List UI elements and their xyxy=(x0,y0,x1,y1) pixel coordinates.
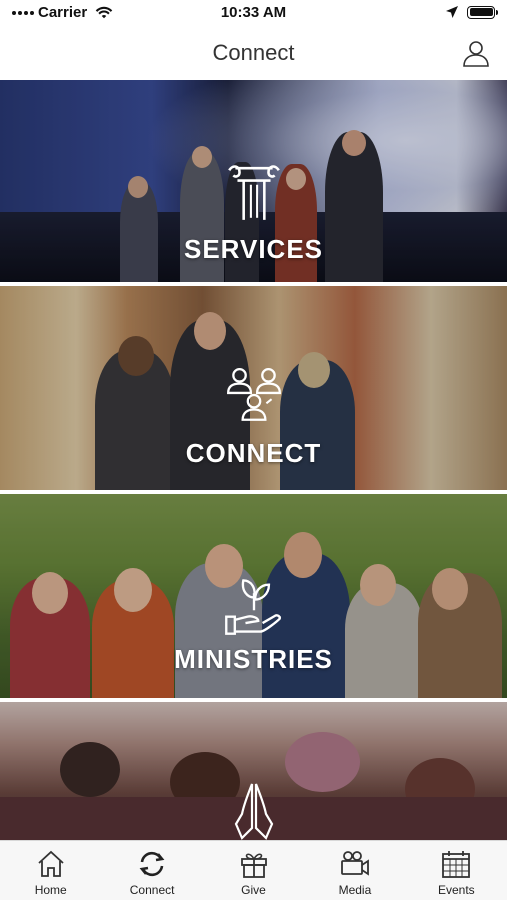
tab-media[interactable]: Media xyxy=(304,841,405,900)
gift-icon xyxy=(240,853,267,878)
nav-bar: Connect xyxy=(0,26,507,80)
video-camera-icon xyxy=(341,851,369,876)
tab-events[interactable]: Events xyxy=(406,841,507,900)
refresh-arrows-icon xyxy=(139,851,165,877)
people-group-icon xyxy=(226,368,281,421)
tab-connect[interactable]: Connect xyxy=(101,841,202,900)
battery-icon xyxy=(467,5,498,19)
tile-prayer[interactable] xyxy=(0,702,507,840)
status-right xyxy=(445,5,498,19)
tile-label-services: SERVICES xyxy=(183,234,323,264)
tab-label-connect: Connect xyxy=(129,883,175,897)
profile-icon[interactable] xyxy=(461,38,491,68)
tile-list: SERVICES CONNECT MINISTRIES xyxy=(0,80,507,840)
tab-label-home: Home xyxy=(34,883,67,897)
tile-connect[interactable]: CONNECT xyxy=(0,286,507,490)
tile-label-ministries: MINISTRIES xyxy=(174,644,333,674)
location-arrow-icon xyxy=(446,6,458,18)
tab-label-media: Media xyxy=(338,883,372,897)
pillar-icon xyxy=(227,165,280,220)
tile-ministries[interactable]: MINISTRIES xyxy=(0,494,507,698)
tab-home[interactable]: Home xyxy=(0,841,101,900)
tab-bar: Home Connect Give Media Events xyxy=(0,840,507,900)
page-title: Connect xyxy=(212,40,295,65)
tab-label-events: Events xyxy=(437,883,475,897)
status-bar: Carrier 10:33 AM xyxy=(0,0,507,26)
tile-label-connect: CONNECT xyxy=(185,438,322,468)
praying-hands-icon xyxy=(234,783,273,840)
tab-give[interactable]: Give xyxy=(203,841,304,900)
calendar-icon xyxy=(442,851,471,878)
tab-label-give: Give xyxy=(241,883,266,897)
status-time: 10:33 AM xyxy=(220,4,287,21)
hand-plant-icon xyxy=(224,579,281,635)
tile-services[interactable]: SERVICES xyxy=(0,80,507,282)
home-icon xyxy=(38,850,64,877)
